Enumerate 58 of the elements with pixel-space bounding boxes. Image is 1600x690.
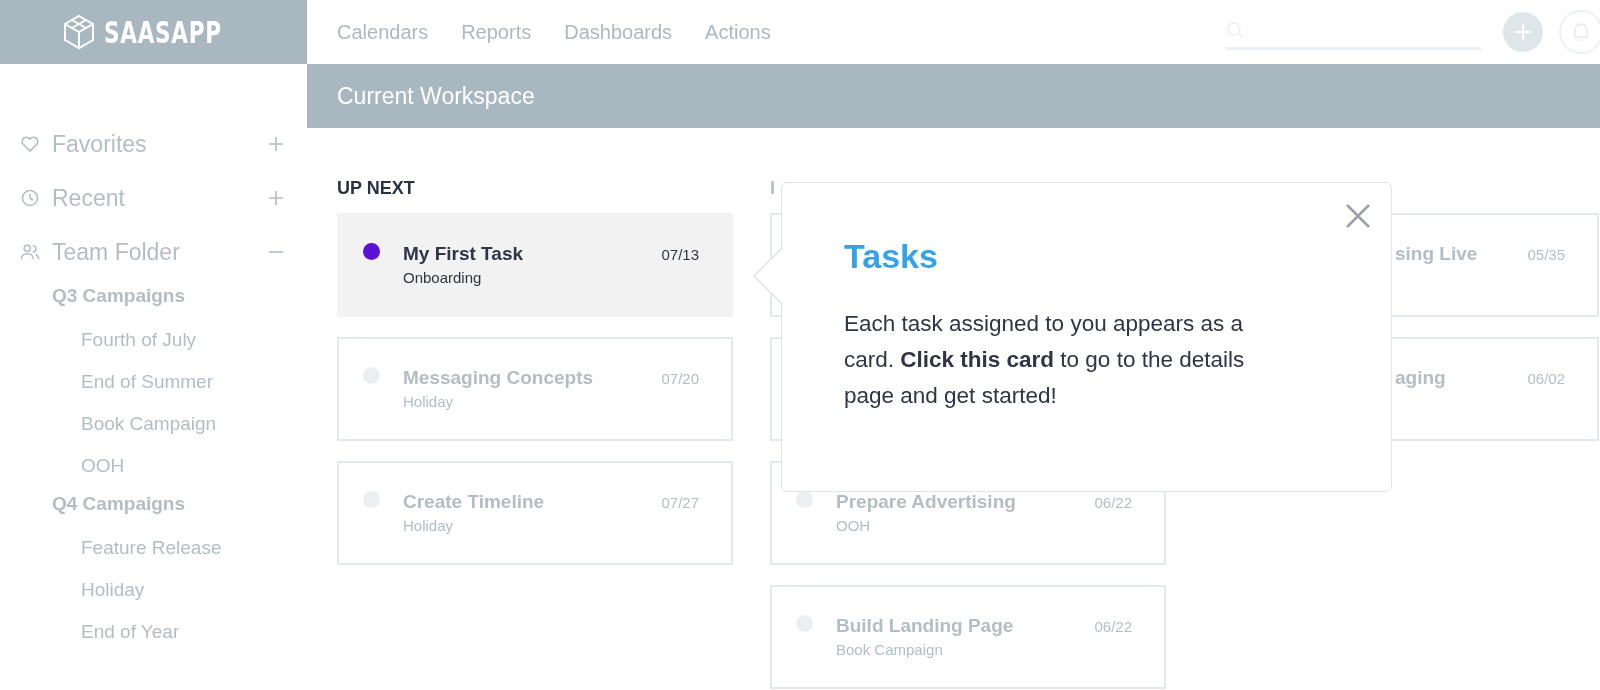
- popup-title: Tasks: [844, 237, 939, 276]
- sidebar-label: Favorites: [52, 130, 148, 158]
- close-icon[interactable]: [1345, 203, 1371, 229]
- plus-icon: [1513, 22, 1533, 42]
- add-icon[interactable]: [269, 191, 283, 205]
- logo-text: SAASAPP: [103, 14, 222, 50]
- task-card[interactable]: My First Task 07/13 Onboarding: [337, 213, 733, 317]
- column-heading: UP NEXT: [337, 178, 416, 198]
- notifications-button[interactable]: [1559, 10, 1600, 54]
- task-group: Book Campaign: [836, 641, 1095, 658]
- task-date: 06/22: [1094, 617, 1132, 637]
- heart-icon: [20, 134, 40, 154]
- workspace-title: Current Workspace: [337, 82, 535, 110]
- nav-link[interactable]: Reports: [461, 20, 532, 44]
- column-heading: I: [770, 178, 776, 198]
- task-title: sing Live: [1395, 243, 1479, 265]
- task-date: 07/20: [661, 369, 699, 389]
- nav-link[interactable]: Actions: [705, 20, 771, 44]
- sidebar-label: Team Folder: [52, 238, 181, 266]
- add-icon[interactable]: [269, 137, 283, 151]
- clock-icon: [20, 188, 40, 208]
- task-group: Onboarding: [403, 269, 662, 286]
- task-title: My First Task: [403, 243, 525, 265]
- nav-link[interactable]: Dashboards: [564, 20, 673, 44]
- nav-link[interactable]: Calendars: [337, 20, 429, 44]
- task-title: Prepare Advertising: [836, 491, 1017, 513]
- task-card[interactable]: Messaging Concepts 07/20 Holiday: [337, 337, 733, 441]
- task-date: 05/35: [1527, 245, 1565, 265]
- task-group: Holiday: [403, 517, 662, 534]
- folder-item[interactable]: Book Campaign: [81, 403, 287, 445]
- folder-item[interactable]: End of Year: [81, 611, 287, 653]
- sidebar-item[interactable]: Favorites: [20, 117, 287, 171]
- bell-icon: [1571, 21, 1591, 43]
- task-date: 07/27: [661, 493, 699, 513]
- task-title: Create Timeline: [403, 491, 546, 513]
- people-icon: [20, 242, 40, 262]
- folder-item[interactable]: Holiday: [81, 569, 287, 611]
- folder-item[interactable]: OOH: [81, 445, 287, 487]
- task-title: aging: [1395, 367, 1447, 389]
- task-date: 06/22: [1094, 493, 1132, 513]
- task-date: 07/13: [661, 245, 699, 265]
- task-title: Build Landing Page: [836, 615, 1015, 637]
- task-card[interactable]: Create Timeline 07/27 Holiday: [337, 461, 733, 565]
- folder-item[interactable]: Feature Release: [81, 527, 287, 569]
- add-button[interactable]: [1503, 12, 1543, 52]
- sidebar-item[interactable]: Recent: [20, 171, 287, 225]
- sidebar-item[interactable]: Team Folder: [20, 225, 287, 279]
- sidebar-label: Recent: [52, 184, 126, 212]
- folder-item[interactable]: End of Summer: [81, 361, 287, 403]
- task-title: Messaging Concepts: [403, 367, 595, 389]
- task-card[interactable]: Build Landing Page 06/22 Book Campaign: [770, 585, 1166, 689]
- folder-heading[interactable]: Q4 Campaigns: [52, 493, 287, 527]
- folder-item[interactable]: Fourth of July: [81, 319, 287, 361]
- task-group: OOH: [836, 517, 1095, 534]
- task-date: 06/02: [1527, 369, 1565, 389]
- folder-heading[interactable]: Q3 Campaigns: [52, 285, 287, 319]
- cube-logo-icon: [62, 14, 95, 50]
- task-group: Holiday: [403, 393, 662, 410]
